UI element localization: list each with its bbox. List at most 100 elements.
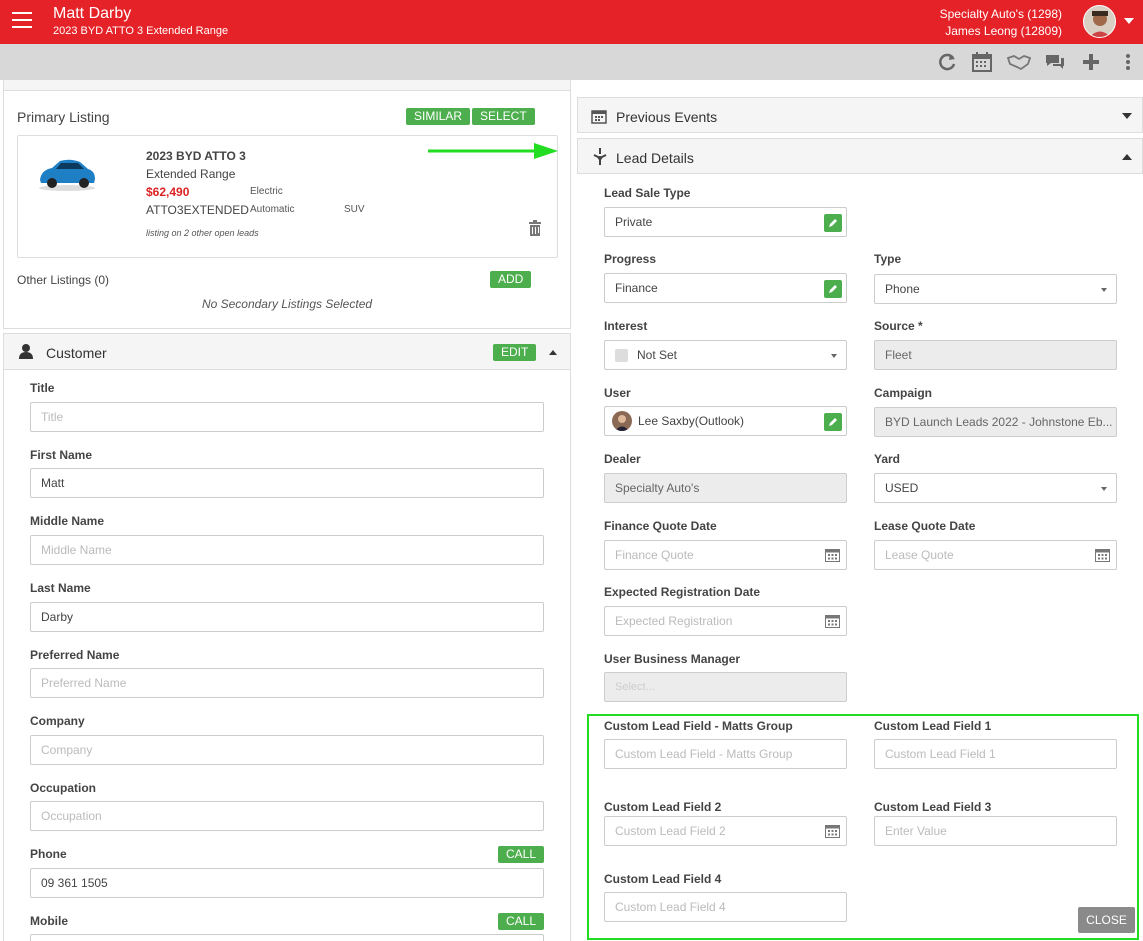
source-field: Fleet	[874, 340, 1117, 370]
user-label: User	[604, 386, 631, 400]
progress-value: Finance	[615, 281, 658, 295]
call-mobile-button[interactable]: CALL	[498, 913, 545, 930]
lead-sale-type-field[interactable]: Private	[604, 207, 847, 237]
more-icon[interactable]	[1116, 50, 1140, 74]
lead-details-body: Lead Sale Type Private Progress Finance …	[577, 174, 1143, 941]
source-label: Source *	[874, 319, 923, 333]
add-listing-button[interactable]: ADD	[490, 271, 532, 288]
app-header: Matt Darby 2023 BYD ATTO 3 Extended Rang…	[0, 0, 1143, 44]
lead-sale-type-value: Private	[615, 215, 653, 229]
expected-registration-input[interactable]: Expected Registration	[604, 606, 847, 636]
calendar-icon[interactable]	[825, 824, 840, 838]
user-business-manager-select[interactable]: Select...	[604, 672, 847, 702]
preferred-name-label: Preferred Name	[30, 648, 120, 662]
calendar-icon[interactable]	[970, 50, 994, 74]
first-name-input[interactable]: Matt	[30, 468, 544, 498]
type-label: Type	[874, 252, 902, 266]
call-phone-button[interactable]: CALL	[498, 846, 545, 863]
chevron-up-icon[interactable]	[549, 350, 557, 355]
expected-registration-placeholder: Expected Registration	[615, 614, 733, 628]
custom-lead-field-matts-group-input[interactable]: Custom Lead Field - Matts Group	[604, 739, 847, 769]
type-select[interactable]: Phone	[874, 274, 1117, 304]
phone-input[interactable]: 09 361 1505	[30, 868, 544, 898]
dealer-name: Specialty Auto's (1298)	[939, 7, 1062, 21]
custom-lead-field-2-placeholder: Custom Lead Field 2	[615, 824, 726, 838]
middle-name-input[interactable]: Middle Name	[30, 535, 544, 565]
listing-panel: Primary Listing SIMILAR SELECT 2023 BYD …	[3, 80, 571, 329]
custom-lead-field-1-input[interactable]: Custom Lead Field 1	[874, 739, 1117, 769]
campaign-label: Campaign	[874, 386, 933, 400]
customer-header[interactable]: Customer EDIT	[4, 334, 570, 370]
edit-icon[interactable]	[824, 413, 842, 431]
lease-quote-date-label: Lease Quote Date	[874, 519, 976, 533]
user-name: James Leong (12809)	[945, 24, 1062, 38]
phone-label: Phone	[30, 847, 67, 861]
funnel-icon	[593, 148, 607, 169]
user-field[interactable]: Lee Saxby(Outlook)	[604, 406, 847, 436]
lease-quote-date-input[interactable]: Lease Quote	[874, 540, 1117, 570]
edit-icon[interactable]	[824, 280, 842, 298]
custom-lead-field-3-input[interactable]: Enter Value	[874, 816, 1117, 846]
left-column: Primary Listing SIMILAR SELECT 2023 BYD …	[3, 80, 571, 941]
company-input[interactable]: Company	[30, 735, 544, 765]
no-secondary-text: No Secondary Listings Selected	[201, 297, 373, 311]
previous-events-title: Previous Events	[616, 109, 718, 125]
interest-select[interactable]: Not Set	[604, 340, 847, 370]
title-input[interactable]: Title	[30, 402, 544, 432]
vehicle-title: 2023 BYD ATTO 3	[146, 149, 246, 163]
lease-quote-placeholder: Lease Quote	[885, 548, 954, 562]
chevron-down-icon	[831, 354, 837, 358]
chat-icon[interactable]	[1043, 50, 1067, 74]
last-name-input[interactable]: Darby	[30, 602, 544, 632]
chevron-down-icon[interactable]	[1122, 113, 1132, 119]
title-label: Title	[30, 381, 55, 395]
lead-details-header[interactable]: Lead Details	[577, 138, 1143, 174]
chevron-down-icon	[1101, 487, 1107, 491]
right-column: Previous Events Lead Details Lead Sale T…	[577, 80, 1143, 941]
yard-select[interactable]: USED	[874, 473, 1117, 503]
calendar-icon[interactable]	[825, 614, 840, 628]
finance-quote-date-input[interactable]: Finance Quote	[604, 540, 847, 570]
progress-field[interactable]: Finance	[604, 273, 847, 303]
similar-button[interactable]: SIMILAR	[406, 108, 471, 125]
chevron-up-icon[interactable]	[1122, 154, 1132, 160]
campaign-field: BYD Launch Leads 2022 - Johnstone Eb...	[874, 407, 1117, 437]
close-button[interactable]: CLOSE	[1078, 907, 1135, 933]
handshake-icon[interactable]	[1007, 50, 1031, 74]
dealer-field: Specialty Auto's	[604, 473, 847, 503]
preferred-name-input[interactable]: Preferred Name	[30, 668, 544, 698]
account-info[interactable]: Specialty Auto's (1298) James Leong (128…	[940, 6, 1062, 40]
refresh-icon[interactable]	[935, 50, 959, 74]
edit-icon[interactable]	[824, 214, 842, 232]
custom-lead-field-matts-group-label: Custom Lead Field - Matts Group	[604, 719, 793, 733]
chevron-down-icon[interactable]	[1124, 18, 1134, 24]
primary-listing-title: Primary Listing	[17, 109, 110, 125]
plus-icon[interactable]	[1079, 50, 1103, 74]
mobile-input[interactable]	[30, 934, 544, 941]
calendar-icon[interactable]	[1095, 548, 1110, 562]
annotation-arrow	[428, 143, 558, 159]
custom-lead-field-1-label: Custom Lead Field 1	[874, 719, 992, 733]
calendar-icon[interactable]	[825, 548, 840, 562]
customer-panel: Customer EDIT Title Title First Name Mat…	[3, 333, 571, 941]
interest-label: Interest	[604, 319, 648, 333]
middle-name-label: Middle Name	[30, 514, 105, 528]
custom-lead-field-4-input[interactable]: Custom Lead Field 4	[604, 892, 847, 922]
vehicle-body: SUV	[344, 204, 365, 215]
occupation-input[interactable]: Occupation	[30, 801, 544, 831]
expected-registration-label: Expected Registration Date	[604, 585, 761, 599]
dealer-label: Dealer	[604, 452, 641, 466]
select-button[interactable]: SELECT	[472, 108, 535, 125]
custom-lead-field-2-input[interactable]: Custom Lead Field 2	[604, 816, 847, 846]
custom-lead-field-4-label: Custom Lead Field 4	[604, 872, 722, 886]
menu-icon[interactable]	[12, 12, 32, 29]
progress-label: Progress	[604, 252, 657, 266]
vehicle-subtitle: 2023 BYD ATTO 3 Extended Range	[53, 25, 229, 37]
trash-icon[interactable]	[528, 220, 542, 239]
yard-label: Yard	[874, 452, 901, 466]
avatar[interactable]	[1083, 5, 1116, 38]
previous-events-header[interactable]: Previous Events	[577, 97, 1143, 133]
finance-quote-placeholder: Finance Quote	[615, 548, 694, 562]
edit-customer-button[interactable]: EDIT	[493, 344, 537, 361]
company-label: Company	[30, 714, 85, 728]
